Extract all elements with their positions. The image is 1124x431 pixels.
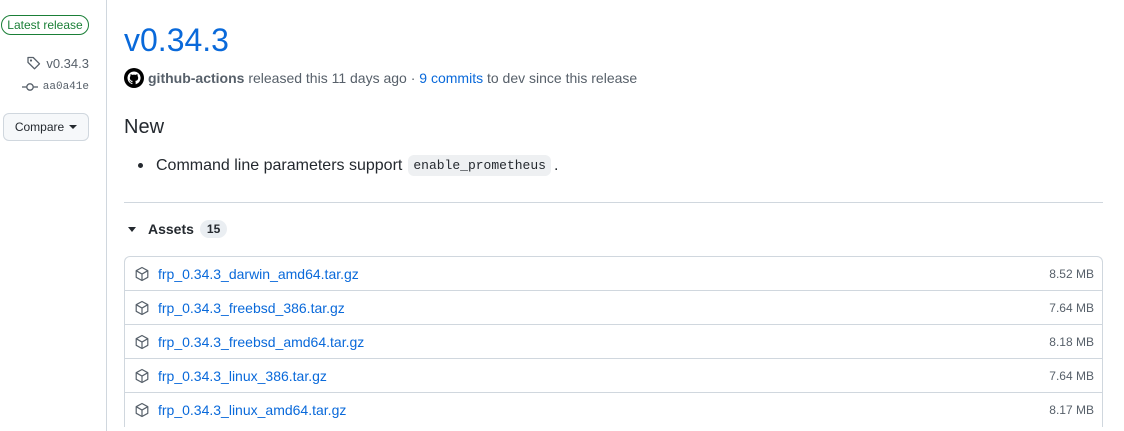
git-commit-icon (21, 83, 38, 91)
assets-list: frp_0.34.3_darwin_amd64.tar.gz 8.52 MB frp… (124, 256, 1103, 427)
bullet-icon (138, 163, 143, 168)
asset-size: 8.52 MB (1049, 266, 1094, 281)
asset-link[interactable]: frp_0.34.3_linux_386.tar.gz (158, 368, 1049, 384)
asset-row: frp_0.34.3_freebsd_amd64.tar.gz 8.18 MB (125, 325, 1102, 359)
asset-size: 7.64 MB (1049, 300, 1094, 315)
assets-toggle[interactable]: Assets 15 (128, 220, 228, 238)
inline-code: enable_prometheus (408, 155, 551, 176)
asset-link[interactable]: frp_0.34.3_linux_amd64.tar.gz (158, 402, 1049, 418)
release-title[interactable]: v0.34.3 (124, 20, 229, 60)
assets-count-badge: 15 (199, 220, 228, 238)
compare-label: Compare (14, 120, 65, 134)
bullet-text: Command line parameters support (156, 156, 403, 174)
asset-size: 8.18 MB (1049, 334, 1094, 349)
triangle-down-icon (128, 226, 136, 232)
github-avatar-icon[interactable] (124, 68, 144, 88)
package-icon (135, 368, 149, 383)
compare-button[interactable]: Compare (3, 113, 89, 141)
list-item: Command line parameters support enable_p… (138, 155, 558, 176)
asset-row: frp_0.34.3_linux_386.tar.gz 7.64 MB (125, 359, 1102, 393)
caret-down-icon (69, 125, 78, 129)
release-notes-list: Command line parameters support enable_p… (138, 155, 558, 176)
package-icon (135, 266, 149, 281)
tag-link[interactable]: v0.34.3 (26, 55, 89, 71)
release-byline: github-actions released this 11 days ago… (124, 68, 637, 88)
asset-row: frp_0.34.3_linux_amd64.tar.gz 8.17 MB (125, 393, 1102, 427)
tag-icon (27, 56, 41, 70)
package-icon (135, 300, 149, 315)
package-icon (135, 402, 149, 418)
section-divider (124, 202, 1103, 203)
commits-link[interactable]: 9 commits (419, 70, 483, 86)
released-text: released this 11 days ago (248, 70, 407, 86)
latest-release-badge: Latest release (1, 15, 89, 35)
asset-size: 8.17 MB (1049, 403, 1094, 417)
tag-name: v0.34.3 (46, 55, 89, 71)
package-icon (135, 334, 149, 349)
commit-sha: aa0a41e (42, 81, 89, 93)
asset-size: 7.64 MB (1049, 368, 1094, 383)
asset-row: frp_0.34.3_freebsd_386.tar.gz 7.64 MB (125, 291, 1102, 325)
asset-row: frp_0.34.3_darwin_amd64.tar.gz 8.52 MB (125, 257, 1102, 291)
asset-link[interactable]: frp_0.34.3_freebsd_386.tar.gz (158, 300, 1049, 316)
author-link[interactable]: github-actions (148, 70, 244, 86)
commits-suffix: to dev since this release (486, 70, 638, 86)
section-heading: New (124, 116, 165, 138)
asset-link[interactable]: frp_0.34.3_freebsd_amd64.tar.gz (158, 334, 1049, 350)
assets-label: Assets (148, 221, 194, 237)
commit-link[interactable]: aa0a41e (21, 81, 89, 93)
asset-link[interactable]: frp_0.34.3_darwin_amd64.tar.gz (158, 266, 1049, 282)
bullet-end: . (553, 156, 559, 174)
release-sidebar: Latest release v0.34.3 aa0a41e Compare (0, 0, 107, 431)
